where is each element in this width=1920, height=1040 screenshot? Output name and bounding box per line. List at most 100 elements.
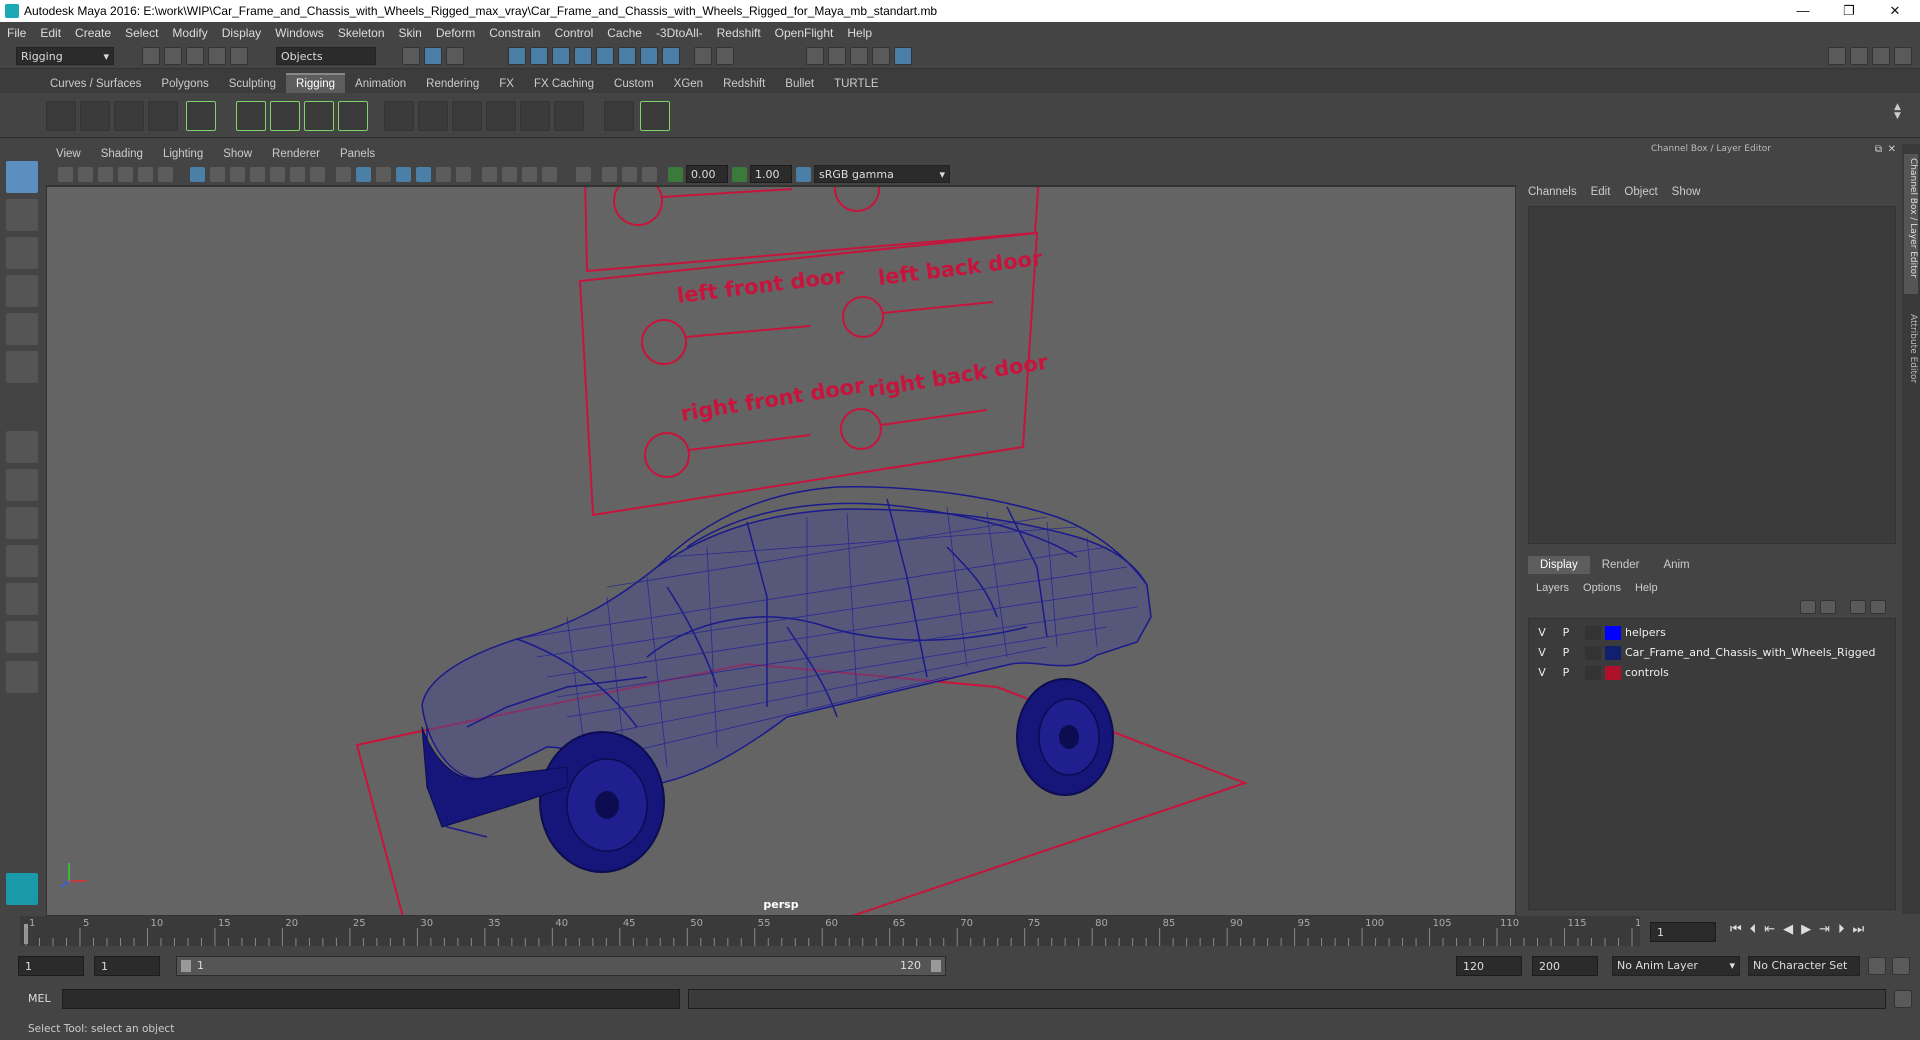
parent-constraint-icon[interactable] — [384, 101, 414, 131]
character-set-dropdown[interactable]: No Character Set — [1748, 956, 1860, 976]
layers-menu[interactable]: Layers — [1536, 582, 1569, 594]
layer-visibility-toggle[interactable]: V — [1535, 666, 1549, 679]
resolution-gate-icon[interactable] — [230, 167, 245, 182]
workspace-icon[interactable] — [1828, 47, 1846, 65]
backface-icon[interactable] — [642, 167, 657, 182]
2d-pan-icon[interactable] — [138, 167, 153, 182]
render-view-icon[interactable] — [806, 47, 824, 65]
menu-file[interactable]: File — [0, 26, 33, 40]
wrap-deformer-icon[interactable] — [304, 101, 334, 131]
tab-polygons[interactable]: Polygons — [151, 75, 218, 93]
symmetry-icon[interactable] — [716, 47, 734, 65]
go-to-end-icon[interactable]: ⏭ — [1853, 922, 1865, 937]
history-icon[interactable] — [662, 47, 680, 65]
layout-icon[interactable] — [1850, 47, 1868, 65]
select-hierarchy-icon[interactable] — [402, 47, 420, 65]
menu-modify[interactable]: Modify — [165, 26, 214, 40]
open-scene-icon[interactable] — [164, 47, 182, 65]
exposure-field[interactable]: 0.00 — [686, 165, 728, 183]
layer-type-toggle[interactable] — [1585, 666, 1601, 680]
snap-live-icon[interactable] — [618, 47, 636, 65]
bind-skin-icon[interactable] — [186, 101, 216, 131]
channel-object-menu[interactable]: Object — [1624, 186, 1657, 198]
hypershade-layout-icon[interactable] — [6, 583, 38, 615]
script-editor-icon[interactable] — [1894, 990, 1912, 1008]
isolate-select-icon[interactable] — [576, 167, 591, 182]
go-to-start-icon[interactable]: ⏮ — [1730, 922, 1742, 937]
minimize-button[interactable]: — — [1780, 0, 1826, 22]
select-tool-icon[interactable] — [6, 161, 38, 193]
tab-curves-surfaces[interactable]: Curves / Surfaces — [40, 75, 151, 93]
select-component-icon[interactable] — [446, 47, 464, 65]
exposure-icon[interactable] — [668, 167, 683, 182]
snap-view-plane-icon[interactable] — [596, 47, 614, 65]
antialiasing-icon[interactable] — [522, 167, 537, 182]
smooth-shade-icon[interactable] — [356, 167, 371, 182]
persp-outliner-icon[interactable] — [6, 507, 38, 539]
persp-graph-icon[interactable] — [6, 545, 38, 577]
layer-playback-toggle[interactable]: P — [1559, 666, 1573, 679]
color-space-dropdown[interactable]: sRGB gamma ▾ — [814, 165, 950, 183]
viewport-menu-renderer[interactable]: Renderer — [262, 148, 330, 160]
single-perspective-icon[interactable] — [6, 431, 38, 463]
menu-create[interactable]: Create — [68, 26, 118, 40]
tab-render[interactable]: Render — [1590, 556, 1652, 574]
channel-list[interactable] — [1528, 206, 1896, 544]
mode-selector[interactable]: Rigging ▾ — [16, 47, 114, 65]
lasso-tool-icon[interactable] — [6, 199, 38, 231]
outliner-layout-icon[interactable] — [6, 621, 38, 653]
menu-deform[interactable]: Deform — [429, 26, 482, 40]
tab-sculpting[interactable]: Sculpting — [219, 75, 286, 93]
animation-end-field[interactable]: 200 — [1532, 956, 1598, 976]
save-scene-icon[interactable] — [186, 47, 204, 65]
layer-color-swatch[interactable] — [1605, 626, 1621, 640]
animation-start-field[interactable]: 1 — [18, 956, 84, 976]
menu-skin[interactable]: Skin — [392, 26, 429, 40]
redo-icon[interactable] — [230, 47, 248, 65]
xray-joints-icon[interactable] — [602, 167, 617, 182]
side-tab-channel-box[interactable]: Channel Box / Layer Editor — [1904, 154, 1918, 294]
menu-help[interactable]: Help — [840, 26, 879, 40]
side-tab-attribute-editor[interactable]: Attribute Editor — [1904, 310, 1918, 410]
snap-curve-icon[interactable] — [530, 47, 548, 65]
layer-playback-toggle[interactable]: P — [1559, 646, 1573, 659]
tab-display[interactable]: Display — [1528, 556, 1590, 574]
menu-constrain[interactable]: Constrain — [482, 26, 547, 40]
range-start-handle[interactable] — [181, 960, 191, 972]
playback-start-field[interactable]: 1 — [94, 956, 160, 976]
input-output-icon[interactable] — [640, 47, 658, 65]
menu-control[interactable]: Control — [548, 26, 601, 40]
snap-grid-icon[interactable] — [508, 47, 526, 65]
settings-icon[interactable] — [1894, 47, 1912, 65]
hypershade-icon[interactable] — [894, 47, 912, 65]
auto-key-icon[interactable] — [1868, 957, 1886, 975]
gate-mask-icon[interactable] — [250, 167, 265, 182]
undo-icon[interactable] — [208, 47, 226, 65]
viewport-menu-panels[interactable]: Panels — [330, 148, 385, 160]
wireframe-icon[interactable] — [336, 167, 351, 182]
wireframe-on-shaded-icon[interactable] — [376, 167, 391, 182]
scale-tool-icon[interactable] — [6, 351, 38, 383]
new-scene-icon[interactable] — [142, 47, 160, 65]
new-empty-layer-icon[interactable] — [1850, 600, 1866, 614]
menu-cache[interactable]: Cache — [600, 26, 649, 40]
four-view-icon[interactable] — [6, 469, 38, 501]
lock-icon[interactable] — [694, 47, 712, 65]
shelf-scroll-icon[interactable]: ▲ ▼ — [1894, 103, 1901, 121]
restore-button[interactable]: ❐ — [1826, 0, 1872, 22]
anim-layer-dropdown[interactable]: No Anim Layer ▾ — [1612, 956, 1740, 976]
blend-shape-icon[interactable] — [338, 101, 368, 131]
command-language-label[interactable]: MEL — [28, 992, 51, 1005]
more-layouts-icon[interactable] — [6, 661, 38, 693]
menu-display[interactable]: Display — [215, 26, 268, 40]
panel-icon[interactable] — [1872, 47, 1890, 65]
tab-animation[interactable]: Animation — [345, 75, 416, 93]
tab-fx-caching[interactable]: FX Caching — [524, 75, 604, 93]
channel-show-menu[interactable]: Show — [1672, 186, 1701, 198]
camera-select-icon[interactable] — [58, 167, 73, 182]
layer-row[interactable]: V P Car_Frame_and_Chassis_with_Wheels_Ri… — [1529, 643, 1897, 663]
rotate-tool-icon[interactable] — [6, 313, 38, 345]
tab-bullet[interactable]: Bullet — [775, 75, 824, 93]
gamma-field[interactable]: 1.00 — [750, 165, 792, 183]
layer-options-menu[interactable]: Options — [1583, 582, 1621, 594]
